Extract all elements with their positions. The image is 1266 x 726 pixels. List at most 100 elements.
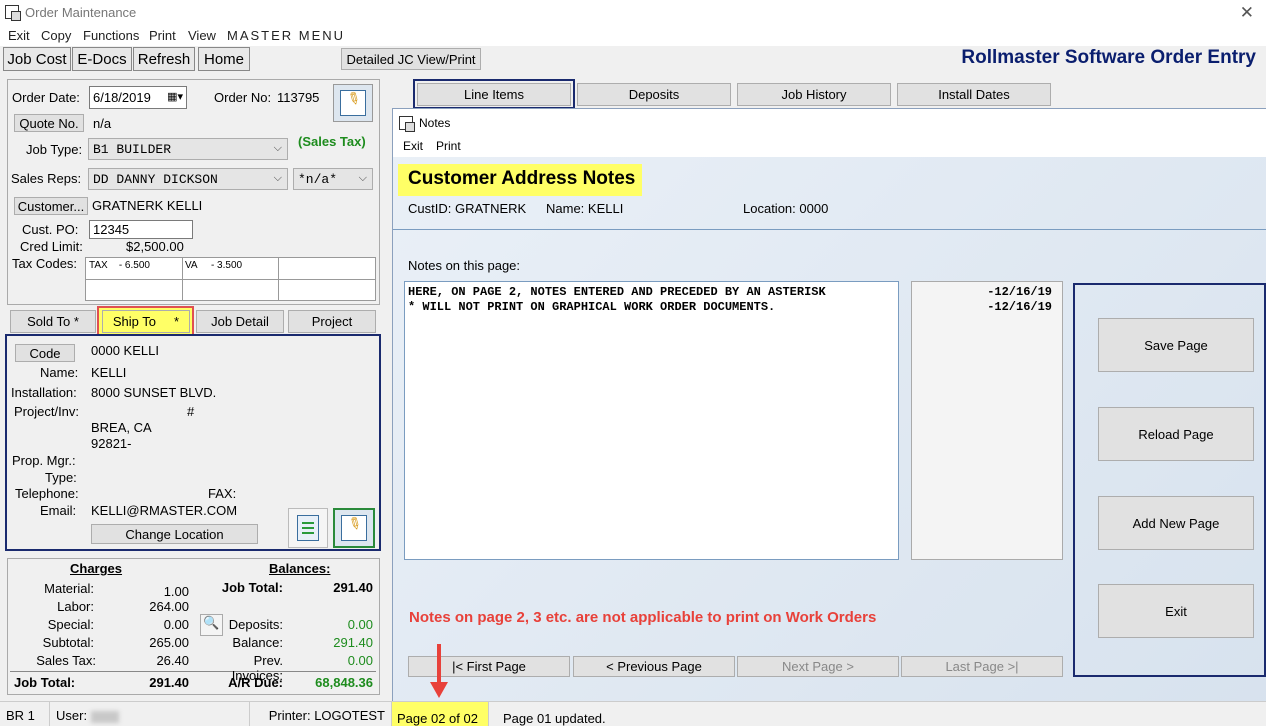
charges-job-total-label: Job Total:: [14, 675, 76, 690]
notes-divider: [393, 229, 1266, 230]
user-redacted: [90, 710, 119, 723]
sales-rep-select[interactable]: DD DANNY DICKSON ⌵: [88, 168, 288, 190]
tab-ship-to[interactable]: Ship To *: [102, 310, 190, 333]
notes-location: Location: 0000: [743, 201, 829, 216]
menu-exit[interactable]: Exit: [8, 28, 30, 43]
type-label: Type:: [45, 470, 77, 485]
sales-tax-note: (Sales Tax): [298, 134, 366, 149]
material-label: Material:: [44, 581, 94, 596]
notes-textarea[interactable]: HERE, ON PAGE 2, NOTES ENTERED AND PRECE…: [404, 281, 899, 560]
tab-line-items[interactable]: Line Items: [417, 83, 571, 106]
notes-window: Notes Exit Print Customer Address Notes …: [392, 108, 1266, 725]
totals-divider: [10, 671, 376, 672]
reload-page-button[interactable]: Reload Page: [1098, 407, 1254, 461]
menu-view[interactable]: View: [188, 28, 216, 43]
home-button[interactable]: Home: [198, 47, 250, 71]
order-date-field[interactable]: 6/18/2019 ▦▾: [89, 86, 187, 109]
tab-job-detail[interactable]: Job Detail: [196, 310, 284, 333]
tab-sold-to[interactable]: Sold To *: [10, 310, 96, 333]
documents-icon[interactable]: [288, 508, 328, 548]
status-bar: BR 1 User: Printer: LOGOTEST Page 02 of …: [0, 701, 1266, 726]
order-date-label: Order Date:: [12, 90, 80, 105]
status-br: BR 1: [0, 702, 50, 726]
doc-sheet: [297, 515, 319, 541]
change-location-button[interactable]: Change Location: [91, 524, 258, 544]
chevron-down-icon: ⌵: [273, 172, 282, 184]
order-date-value: 6/18/2019: [93, 90, 151, 105]
brand-title: Rollmaster Software Order Entry: [961, 47, 1256, 68]
order-no-value: 113795: [277, 90, 320, 105]
job-type-label: Job Type:: [26, 142, 83, 157]
chevron-down-icon: ⌵: [273, 142, 282, 154]
tab-job-history[interactable]: Job History: [737, 83, 891, 106]
previous-page-button[interactable]: < Previous Page: [573, 656, 735, 677]
job-type-select[interactable]: B1 BUILDER ⌵: [88, 138, 288, 160]
tax-codes-grid[interactable]: TAX - 6.500 VA - 3.500: [85, 257, 376, 301]
note-date[interactable]: -12/16/19: [922, 300, 1052, 315]
name-label: Name:: [40, 365, 79, 380]
notes-exit-button[interactable]: Exit: [1098, 584, 1254, 638]
customer-button[interactable]: Customer...: [14, 197, 88, 215]
app-icon: [5, 5, 21, 21]
zip-code: 92821-: [91, 436, 132, 451]
sales-tax-value: 26.40: [156, 653, 189, 668]
menu-functions[interactable]: Functions: [83, 28, 139, 43]
telephone-label: Telephone:: [15, 486, 79, 501]
status-user: User:: [50, 702, 250, 726]
name-value: KELLI: [91, 365, 127, 380]
prev-invoices-value: 0.00: [347, 653, 373, 668]
refresh-button[interactable]: Refresh: [133, 47, 195, 71]
edocs-button[interactable]: E-Docs: [72, 47, 132, 71]
close-icon[interactable]: ✕: [1240, 3, 1254, 23]
balances-header: Balances:: [269, 561, 331, 576]
notes-custid: CustID: GRATNERK: [408, 201, 527, 216]
notes-menu-print[interactable]: Print: [436, 139, 461, 153]
cust-po-field[interactable]: 12345: [89, 220, 193, 239]
page-indicator: Page 02 of 02: [392, 702, 489, 726]
tab-install-dates[interactable]: Install Dates: [897, 83, 1051, 106]
city-state: BREA, CA: [91, 420, 152, 435]
code-button[interactable]: Code: [15, 344, 75, 362]
installation-value: 8000 SUNSET BLVD.: [91, 385, 217, 400]
notes-name: Name: KELLI: [546, 201, 624, 216]
tax-code-1: TAX - 6.500: [89, 260, 150, 271]
window-title: Order Maintenance: [25, 5, 137, 20]
job-cost-button[interactable]: Job Cost: [3, 47, 71, 71]
installation-label: Installation:: [11, 385, 77, 400]
notepad-paper: ✎: [340, 89, 366, 116]
charges-header: Charges: [70, 561, 123, 576]
notepad-icon[interactable]: ✎: [333, 84, 373, 122]
detailed-jc-button[interactable]: Detailed JC View/Print: [341, 48, 481, 70]
add-new-page-button[interactable]: Add New Page: [1098, 496, 1254, 550]
cust-po-label: Cust. PO:: [22, 222, 79, 237]
menu-copy[interactable]: Copy: [41, 28, 71, 43]
balances-job-total-label: Job Total:: [221, 580, 283, 595]
notes-menu-exit[interactable]: Exit: [403, 139, 423, 153]
tab-deposits[interactable]: Deposits: [577, 83, 731, 106]
ship-notepad-icon[interactable]: ✎: [333, 508, 375, 548]
notes-dates-list[interactable]: -12/16/19 -12/16/19: [911, 281, 1063, 560]
quote-no-button[interactable]: Quote No.: [14, 114, 84, 132]
last-page-button[interactable]: Last Page >|: [901, 656, 1063, 677]
menu-print[interactable]: Print: [149, 28, 176, 43]
menu-master-menu[interactable]: MASTER MENU: [227, 28, 345, 43]
next-page-button[interactable]: Next Page >: [737, 656, 899, 677]
tab-project[interactable]: Project: [288, 310, 376, 333]
notes-app-icon: [399, 116, 415, 132]
job-type-value: B1 BUILDER: [93, 141, 172, 157]
project-inv-label: Project/Inv:: [14, 404, 80, 419]
sales-rep-value: DD DANNY DICKSON: [93, 171, 218, 187]
save-page-button[interactable]: Save Page: [1098, 318, 1254, 372]
cred-limit-value: $2,500.00: [126, 239, 184, 254]
fax-label: FAX:: [208, 486, 237, 501]
sales-rep2-select[interactable]: *n/a* ⌵: [293, 168, 373, 190]
status-printer: Printer: LOGOTEST: [250, 702, 392, 726]
calendar-icon[interactable]: ▦▾: [167, 90, 183, 103]
notes-titlebar: [393, 109, 1266, 157]
prop-mgr-label: Prop. Mgr.:: [12, 453, 76, 468]
balance-value: 291.40: [333, 635, 373, 650]
tax-code-2: VA - 3.500: [185, 260, 243, 271]
email-value: KELLI@RMASTER.COM: [91, 503, 238, 518]
note-date[interactable]: -12/16/19: [922, 285, 1052, 300]
order-no-label: Order No:: [214, 90, 272, 105]
